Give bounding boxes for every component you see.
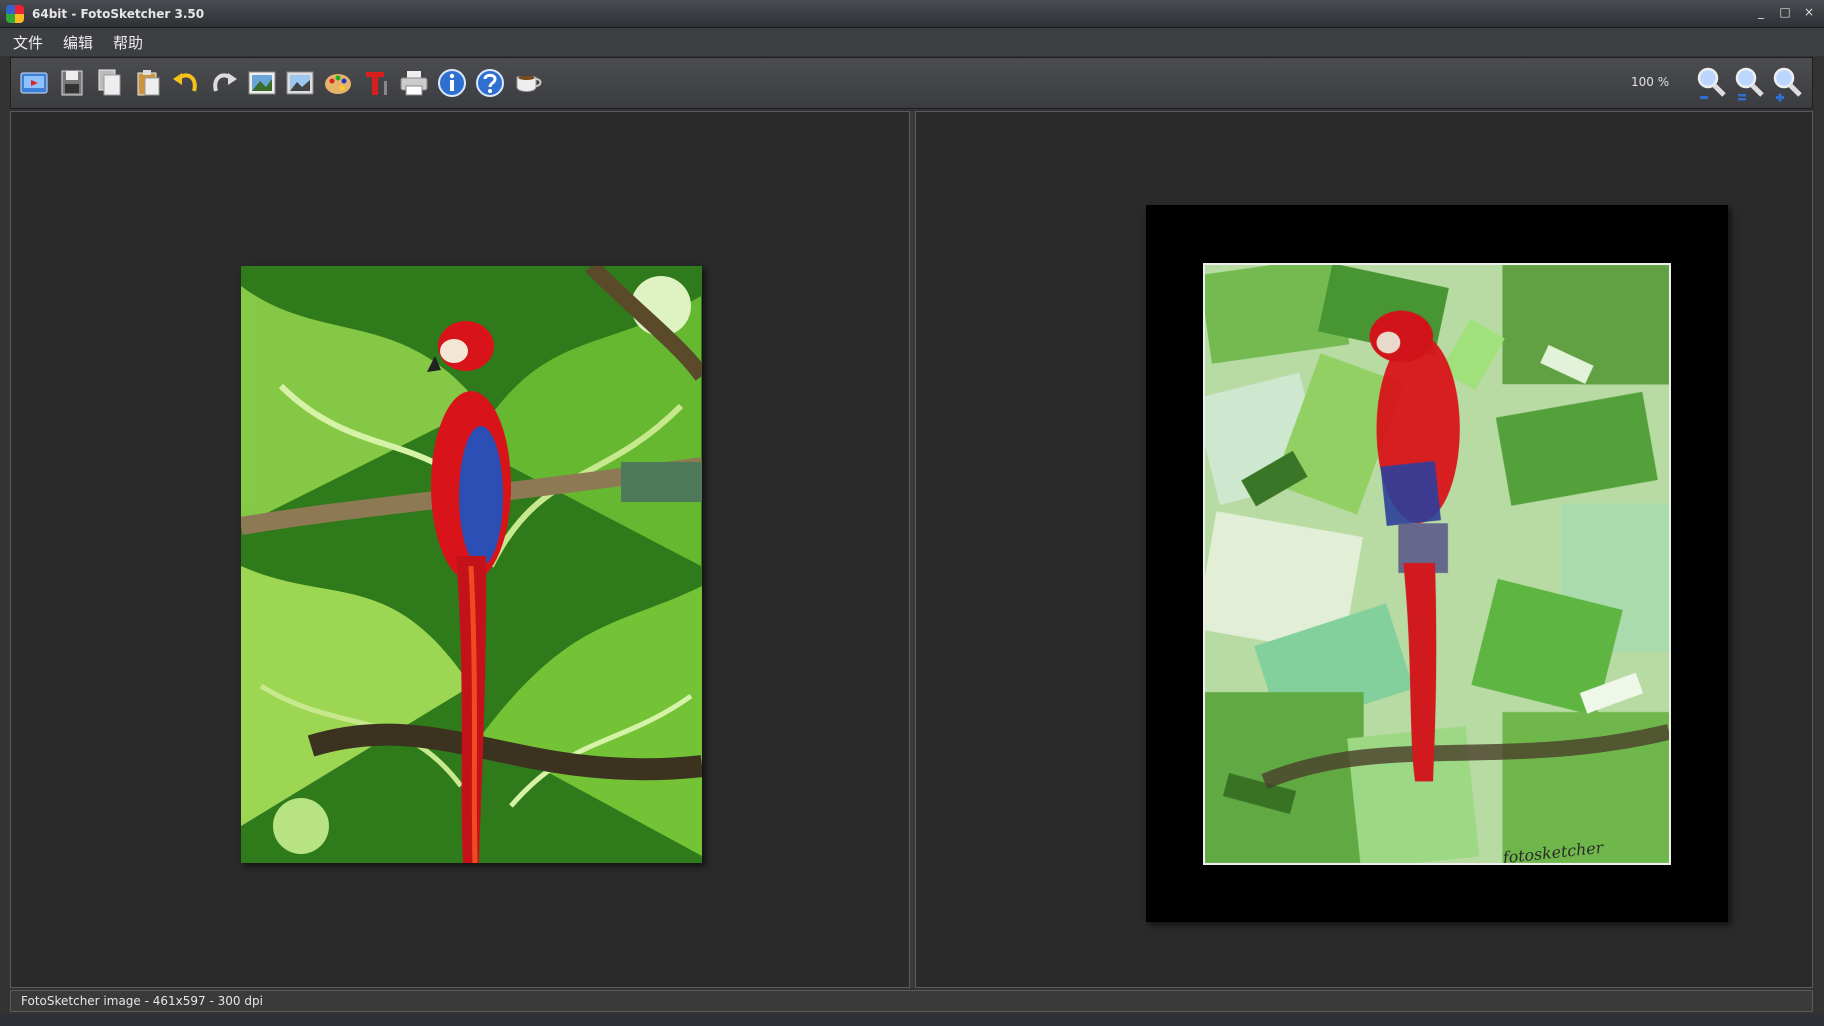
image-settings-icon [248,71,276,95]
open-file-button[interactable] [17,63,51,103]
redo-icon [213,73,237,92]
painting-effect-button[interactable] [321,63,355,103]
print-button[interactable] [397,63,431,103]
close-button[interactable]: × [1802,4,1816,20]
add-text-button[interactable] [359,63,393,103]
status-text: FotoSketcher image - 461x597 - 300 dpi [21,994,263,1008]
printer-icon [400,71,428,96]
app-icon [6,4,24,23]
window-title: 64bit - FotoSketcher 3.50 [32,6,205,21]
menu-file[interactable]: 文件 [10,30,46,55]
zoom-out-icon [1697,67,1726,99]
toolbar: 100 % [10,57,1813,109]
original-image-pane[interactable] [10,111,910,988]
paste-button[interactable] [131,63,165,103]
painted-result: fotosketcher [1203,263,1671,865]
paste-icon [137,70,160,96]
zoom-out-button[interactable] [1694,64,1728,104]
undo-button[interactable] [169,63,203,103]
info-button[interactable] [435,63,469,103]
help-icon [476,69,504,97]
status-bar: FotoSketcher image - 461x597 - 300 dpi [10,990,1813,1012]
zoom-fit-icon [1735,67,1764,101]
menu-help[interactable]: 帮助 [110,30,146,55]
window-bottom-border [0,1014,1824,1026]
minimize-button[interactable]: _ [1754,4,1768,20]
menu-edit[interactable]: 编辑 [60,30,96,55]
save-icon [61,70,83,96]
palette-icon [325,74,351,94]
window-controls: _ □ × [1754,4,1816,20]
help-button[interactable] [473,63,507,103]
landscape-icon [286,71,314,95]
original-photo [241,266,702,863]
maximize-button[interactable]: □ [1778,4,1792,20]
donate-button[interactable] [511,63,545,103]
undo-icon [173,73,197,92]
coffee-cup-icon [516,76,542,92]
result-frame: fotosketcher [1146,205,1728,922]
redo-button[interactable] [207,63,241,103]
save-button[interactable] [55,63,89,103]
zoom-in-button[interactable] [1770,64,1804,104]
image-settings-button[interactable] [245,63,279,103]
zoom-level: 100 % [1631,75,1670,89]
open-file-icon [20,72,48,94]
sketch-image-button[interactable] [283,63,317,103]
text-icon [366,72,387,95]
title-bar: 64bit - FotoSketcher 3.50 _ □ × [0,0,1824,28]
copy-button[interactable] [93,63,127,103]
copy-icon [98,69,121,96]
menu-bar: 文件 编辑 帮助 [0,28,1824,56]
zoom-in-icon [1773,67,1802,102]
result-image-pane[interactable]: fotosketcher [915,111,1813,988]
info-icon [438,69,466,97]
zoom-fit-button[interactable] [1732,64,1766,104]
